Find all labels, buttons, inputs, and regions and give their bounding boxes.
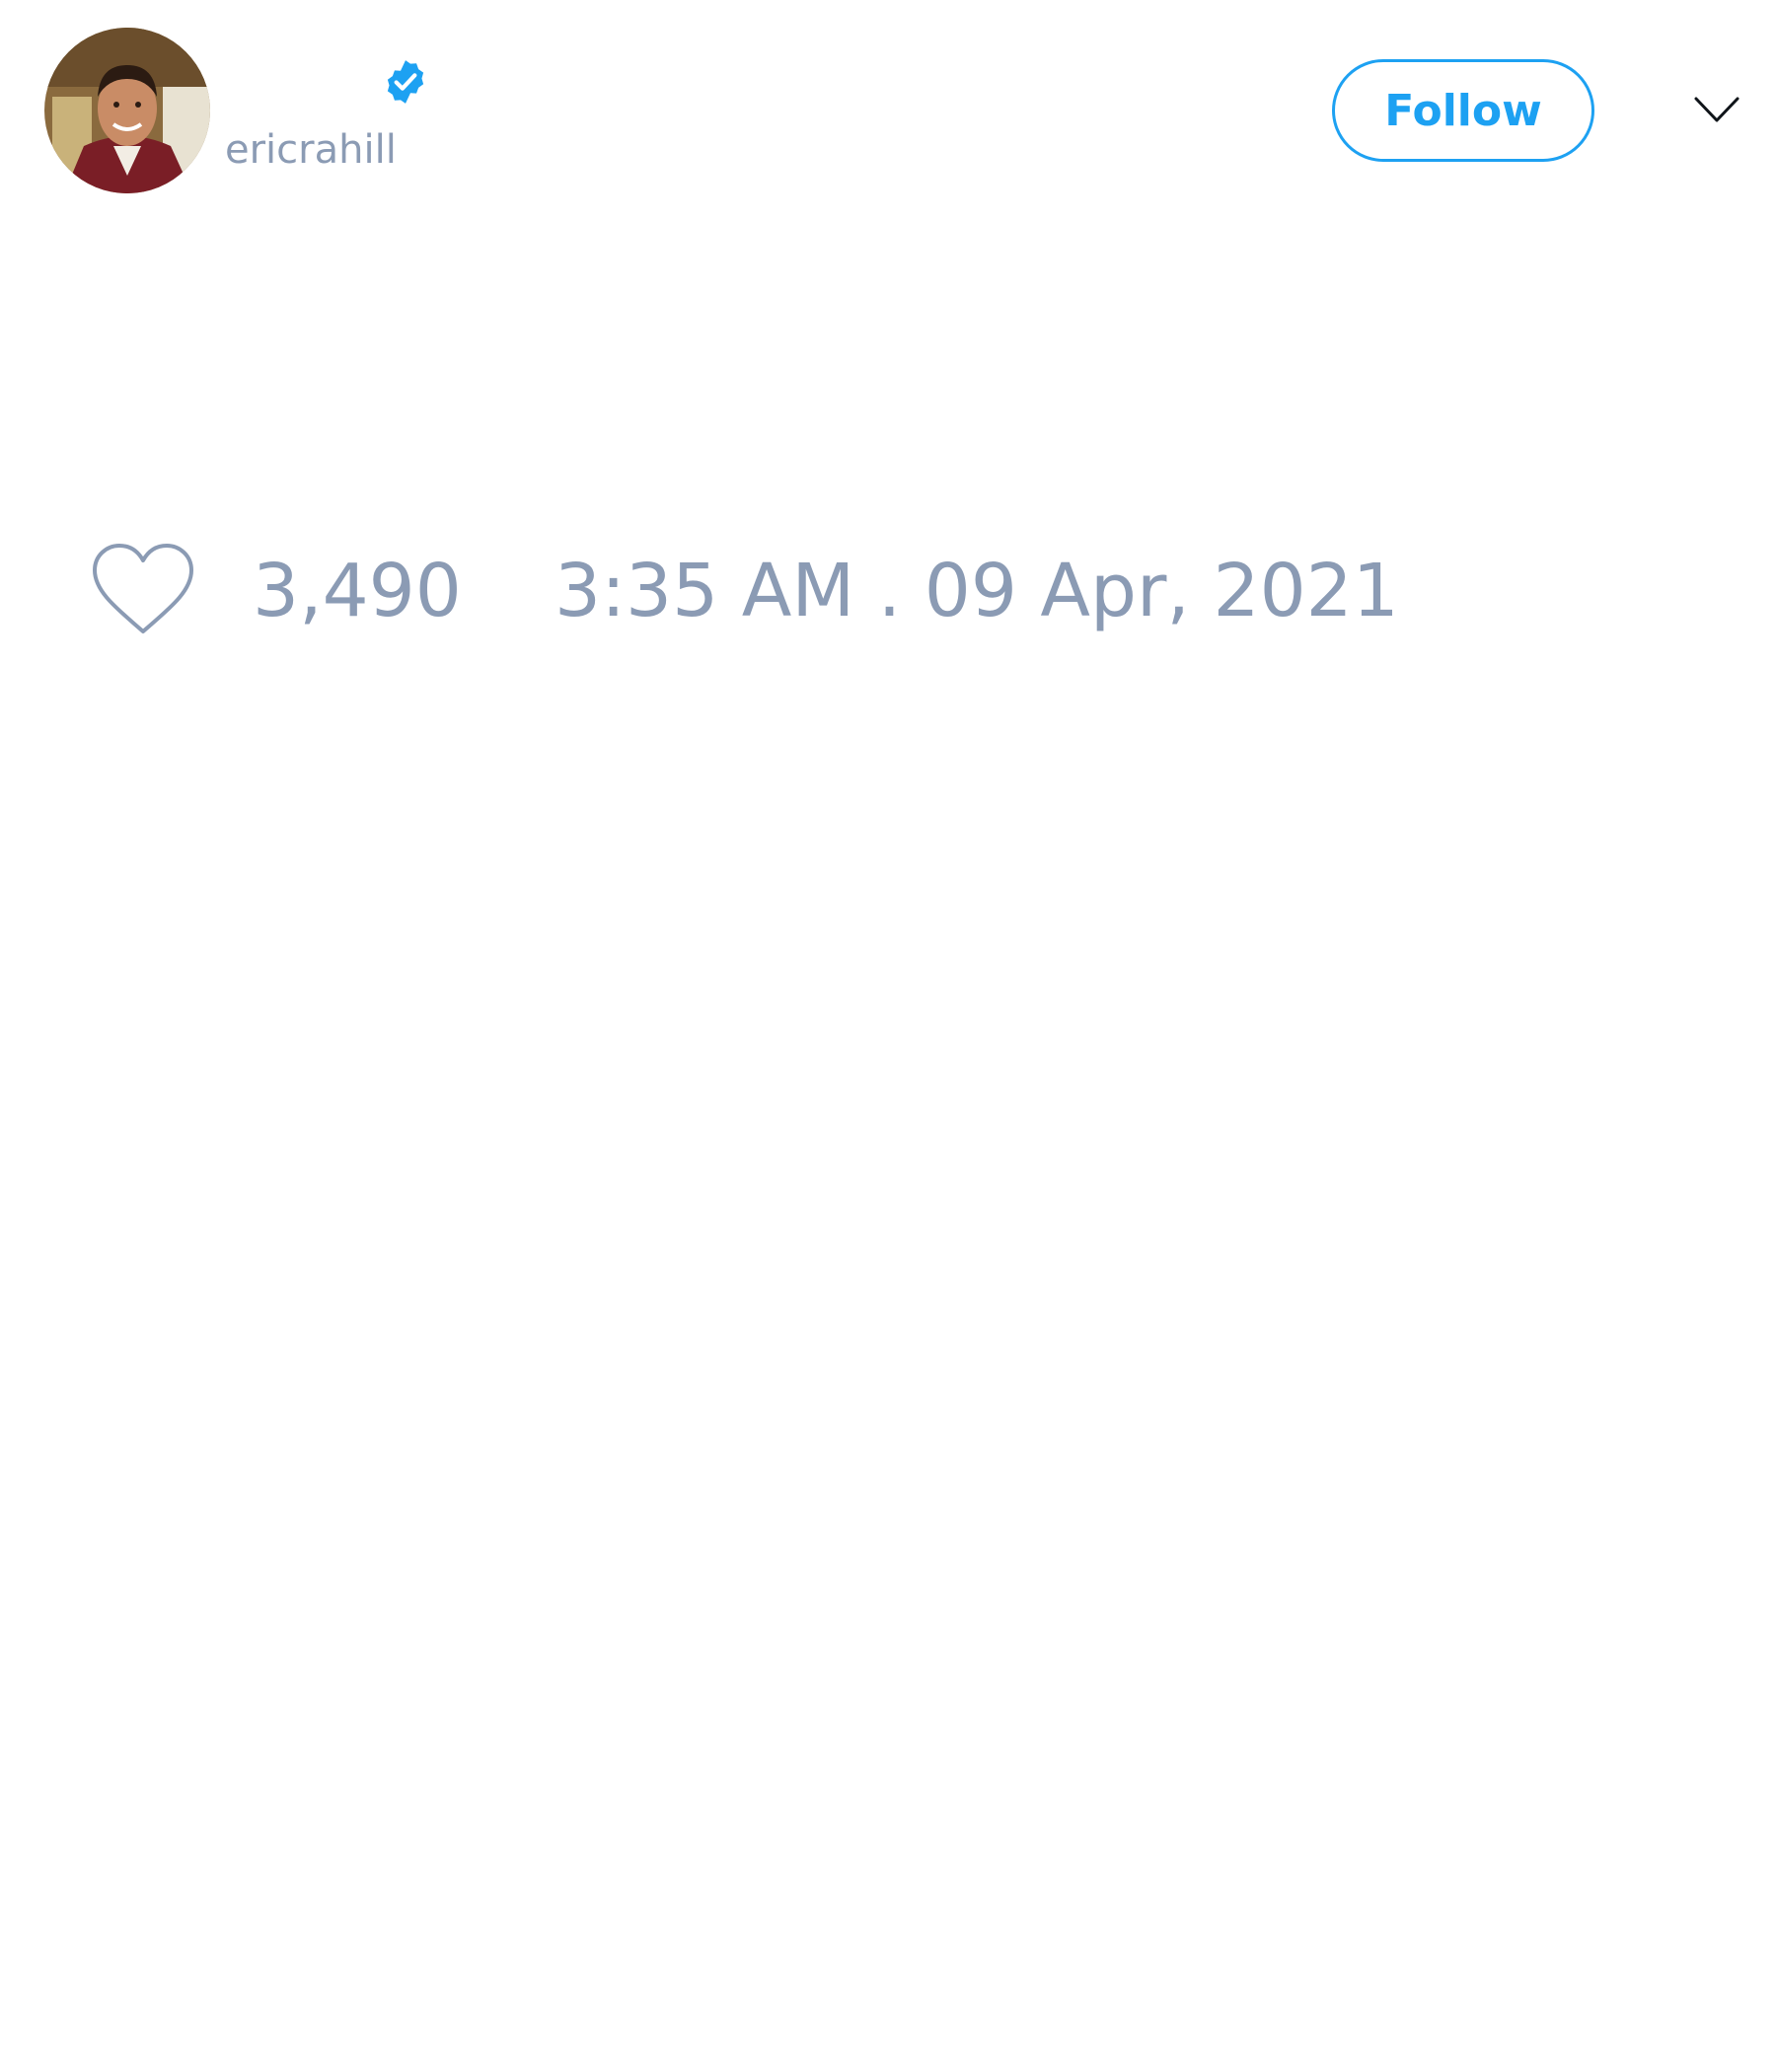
avatar-photo <box>44 28 210 193</box>
verified-badge-icon <box>381 57 430 107</box>
chevron-down-icon[interactable] <box>1693 91 1740 128</box>
user-handle[interactable]: ericrahill <box>225 126 397 174</box>
heart-icon[interactable] <box>89 541 197 637</box>
avatar[interactable] <box>44 28 210 193</box>
like-count: 3,490 <box>253 549 462 633</box>
tweet-timestamp[interactable]: 3:35 AM . 09 Apr, 2021 <box>555 553 1399 629</box>
tweet-card: ericrahill Follow 3,490 3:35 AM . 09 Apr… <box>0 0 1776 2072</box>
follow-button[interactable]: Follow <box>1332 59 1594 162</box>
